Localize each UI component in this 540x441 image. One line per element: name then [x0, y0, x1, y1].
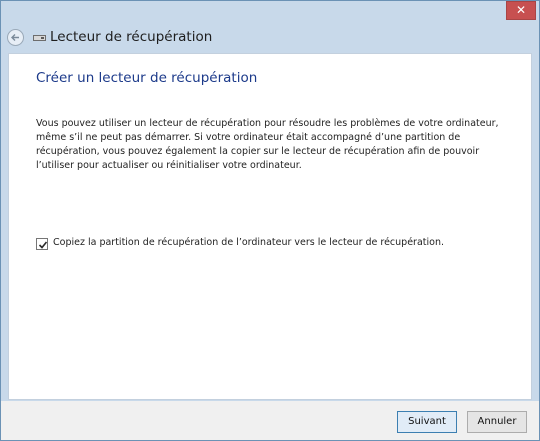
content-panel: Créer un lecteur de récupération Vous po… [8, 53, 532, 400]
navigation-bar: Lecteur de récupération [1, 25, 539, 51]
next-button[interactable]: Suivant [397, 411, 457, 433]
close-icon: ✕ [515, 3, 527, 17]
copy-partition-label: Copiez la partition de récupération de l… [53, 237, 444, 248]
back-button[interactable] [7, 29, 24, 46]
drive-icon [33, 35, 46, 41]
page-heading: Créer un lecteur de récupération [36, 70, 258, 86]
copy-partition-checkbox[interactable] [36, 238, 48, 250]
recovery-drive-window: ✕ Lecteur de récupération Créer un lecte… [0, 0, 540, 441]
cancel-button[interactable]: Annuler [467, 411, 527, 433]
description-text: Vous pouvez utiliser un lecteur de récup… [36, 118, 499, 171]
back-arrow-icon [11, 34, 19, 41]
close-button[interactable]: ✕ [506, 1, 536, 20]
checkmark-icon [38, 241, 48, 249]
window-title: Lecteur de récupération [50, 29, 213, 45]
footer: Suivant Annuler [1, 401, 539, 440]
title-bar: ✕ [1, 1, 539, 25]
